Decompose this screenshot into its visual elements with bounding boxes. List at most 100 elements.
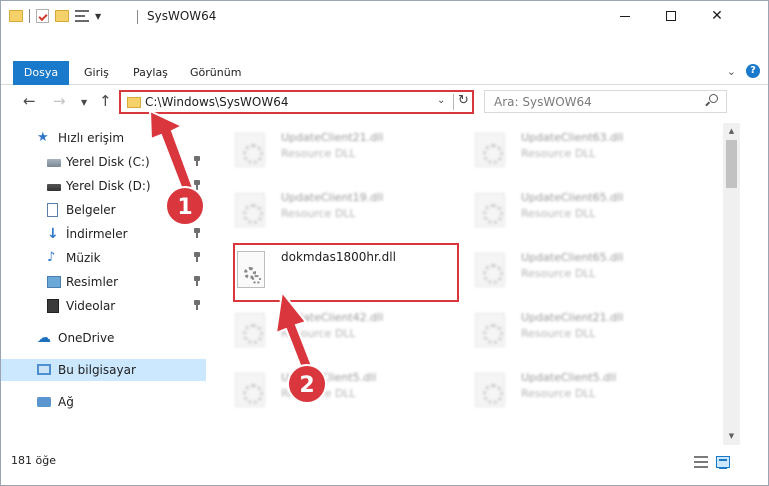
ribbon-controls: ⌄ ?	[727, 64, 760, 78]
pin-icon[interactable]	[194, 276, 200, 286]
list-item[interactable]: UpdateClient5.dll Resource DLL	[453, 363, 673, 413]
sidebar-item-network[interactable]: Ağ	[1, 391, 206, 413]
file-type: Resource DLL	[521, 207, 596, 220]
sidebar-item-label: Ağ	[58, 395, 74, 409]
list-item[interactable]: UpdateClient42.dll Resource DLL	[213, 303, 433, 353]
file-name: UpdateClient65.dll	[521, 191, 624, 204]
file-type: Resource DLL	[521, 267, 596, 280]
new-folder-icon[interactable]	[55, 10, 69, 22]
title-divider	[137, 10, 138, 24]
address-bar[interactable]: C:\Windows\SysWOW64 ⌄ ↻	[119, 90, 474, 114]
refresh-icon[interactable]: ↻	[458, 93, 469, 108]
videos-icon	[47, 299, 59, 313]
sidebar-item-downloads[interactable]: ↓ İndirmeler	[1, 223, 206, 245]
tab-share[interactable]: Paylaş	[133, 61, 168, 85]
maximize-button[interactable]	[648, 1, 694, 31]
sidebar-item-quick-access[interactable]: ★ Hızlı erişim	[1, 127, 206, 149]
file-name: UpdateClient65.dll	[521, 251, 624, 264]
large-icons-view-icon[interactable]	[716, 456, 730, 469]
highlighted-dll-file[interactable]: dokmdas1800hr.dll	[233, 243, 459, 302]
forward-arrow-icon[interactable]: →	[53, 92, 66, 110]
file-type: Resource DLL	[521, 387, 596, 400]
minimize-icon	[620, 15, 630, 17]
disk-icon	[47, 159, 61, 167]
recent-locations-icon[interactable]: ▼	[81, 98, 87, 107]
dll-file-icon	[235, 133, 265, 167]
tab-view[interactable]: Görünüm	[190, 61, 241, 85]
sidebar-item-music[interactable]: ♪ Müzik	[1, 247, 206, 269]
pin-icon[interactable]	[194, 204, 200, 214]
star-icon: ★	[37, 130, 49, 145]
network-icon	[37, 397, 51, 407]
back-arrow-icon[interactable]: ←	[23, 92, 36, 110]
file-type: Resource DLL	[281, 207, 356, 220]
search-icon[interactable]	[709, 94, 718, 103]
navigation-pane: ★ Hızlı erişim Yerel Disk (C:) Yerel Dis…	[1, 123, 206, 445]
dll-file-icon	[235, 193, 265, 227]
search-box[interactable]: Ara: SysWOW64	[484, 90, 727, 113]
close-button[interactable]: ✕	[694, 1, 740, 31]
list-item[interactable]: UpdateClient65.dll Resource DLL	[453, 183, 673, 233]
vertical-scrollbar[interactable]: ▲ ▼	[723, 123, 740, 445]
dll-file-icon	[475, 193, 505, 227]
file-name: UpdateClient21.dll	[281, 131, 384, 144]
gear-icon	[252, 275, 261, 284]
search-placeholder[interactable]: Ara: SysWOW64	[494, 95, 592, 109]
address-path[interactable]: C:\Windows\SysWOW64	[145, 95, 289, 109]
close-icon: ✕	[711, 8, 723, 24]
computer-icon	[37, 364, 51, 375]
list-item[interactable]: UpdateClient19.dll Resource DLL	[213, 183, 433, 233]
file-type: Resource DLL	[521, 327, 596, 340]
customize-icon[interactable]	[75, 10, 89, 22]
pin-icon[interactable]	[194, 252, 200, 262]
tab-home[interactable]: Giriş	[84, 61, 109, 85]
sidebar-item-this-pc[interactable]: Bu bilgisayar	[1, 359, 206, 381]
dll-file-icon	[475, 313, 505, 347]
dll-file-icon	[475, 253, 505, 287]
expand-ribbon-icon[interactable]: ⌄	[727, 65, 736, 78]
tab-file[interactable]: Dosya	[13, 61, 69, 85]
folder-icon	[127, 97, 141, 108]
sidebar-item-label: Yerel Disk (D:)	[66, 179, 151, 193]
title-bar: ▼ SysWOW64 ✕	[1, 1, 768, 32]
pin-icon[interactable]	[194, 228, 200, 238]
sidebar-item-label: Bu bilgisayar	[58, 363, 136, 377]
chevron-down-icon[interactable]: ▼	[95, 12, 101, 21]
pin-icon[interactable]	[194, 300, 200, 310]
sidebar-item-label: Yerel Disk (C:)	[66, 155, 150, 169]
list-item[interactable]: UpdateClient21.dll Resource DLL	[453, 303, 673, 353]
scroll-up-icon[interactable]: ▲	[723, 123, 740, 140]
pin-icon[interactable]	[194, 180, 200, 190]
music-icon: ♪	[47, 250, 56, 265]
sidebar-item-disk-c[interactable]: Yerel Disk (C:)	[1, 151, 206, 173]
list-item[interactable]: UpdateClient65.dll Resource DLL	[453, 243, 673, 293]
scroll-down-icon[interactable]: ▼	[723, 428, 740, 445]
sidebar-item-pictures[interactable]: Resimler	[1, 271, 206, 293]
file-name: UpdateClient5.dll	[281, 371, 377, 384]
sidebar-item-onedrive[interactable]: ☁ OneDrive	[1, 327, 206, 349]
list-item[interactable]: UpdateClient5.dll Resource DLL	[213, 363, 433, 413]
up-arrow-icon[interactable]: ↑	[99, 92, 112, 110]
minimize-button[interactable]	[602, 1, 648, 31]
help-icon[interactable]: ?	[746, 64, 760, 78]
file-type: Resource DLL	[521, 147, 596, 160]
dll-file-icon	[475, 373, 505, 407]
sidebar-item-label: Resimler	[66, 275, 119, 289]
file-name: UpdateClient63.dll	[521, 131, 624, 144]
maximize-icon	[666, 11, 676, 21]
chevron-down-icon[interactable]: ⌄	[437, 95, 445, 106]
dll-file-icon	[235, 313, 265, 347]
properties-icon[interactable]	[36, 9, 49, 23]
scrollbar-thumb[interactable]	[726, 140, 737, 188]
file-name: UpdateClient21.dll	[521, 311, 624, 324]
sidebar-item-videos[interactable]: Videolar	[1, 295, 206, 317]
details-view-icon[interactable]	[694, 456, 708, 468]
window-title: SysWOW64	[147, 9, 217, 23]
sidebar-item-disk-d[interactable]: Yerel Disk (D:)	[1, 175, 206, 197]
list-item[interactable]: UpdateClient21.dll Resource DLL	[213, 123, 433, 173]
toolbar-divider	[29, 9, 30, 23]
cloud-icon: ☁	[37, 330, 51, 346]
list-item[interactable]: UpdateClient63.dll Resource DLL	[453, 123, 673, 173]
pin-icon[interactable]	[194, 156, 200, 166]
sidebar-item-documents[interactable]: Belgeler	[1, 199, 206, 221]
